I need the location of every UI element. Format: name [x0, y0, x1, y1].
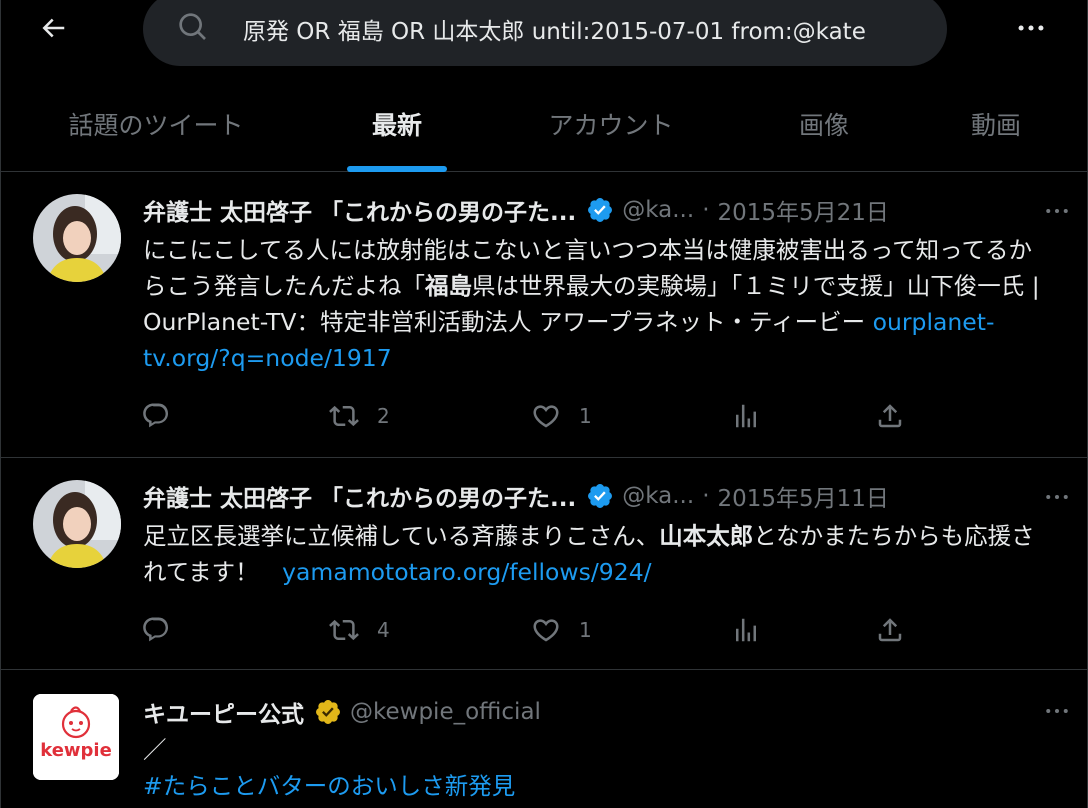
- search-tabs: 話題のツイート 最新 アカウント 画像 動画: [1, 80, 1087, 172]
- verified-badge-icon: [588, 484, 613, 508]
- hashtag-link[interactable]: #たらことバターのおいしさ新発見: [143, 768, 1047, 804]
- back-button[interactable]: [29, 10, 77, 46]
- reply-icon: [143, 617, 169, 642]
- heart-icon: [533, 405, 559, 428]
- retweet-button[interactable]: 4: [329, 610, 390, 650]
- reply-icon: [143, 403, 169, 428]
- back-arrow-icon: [42, 18, 65, 38]
- tweet-header: キユーピー公式 @kewpie_official: [143, 692, 1057, 732]
- more-icon: [1046, 709, 1068, 713]
- retweet-icon: [329, 405, 359, 427]
- share-icon: [878, 404, 902, 428]
- logo-text: kewpie: [40, 740, 112, 761]
- kewpie-logo: kewpie: [33, 694, 119, 780]
- tweet-text: ／ #たらことバターのおいしさ新発見: [143, 732, 1047, 804]
- like-button[interactable]: 1: [531, 396, 592, 436]
- tab-label: アカウント: [548, 111, 674, 140]
- analytics-icon: [736, 404, 756, 428]
- author-name[interactable]: 弁護士 太田啓子 「これからの男の子た...: [143, 193, 576, 227]
- tweet-actions: 2 1: [141, 396, 921, 436]
- text-part: 足立区長選挙に立候補している斉藤まりこさん、: [143, 522, 660, 550]
- tab-label: 話題のツイート: [68, 111, 244, 140]
- more-icon: [1018, 25, 1044, 31]
- tweet-more-button[interactable]: [1037, 696, 1077, 726]
- tab-videos[interactable]: 動画: [941, 80, 1051, 172]
- tweet-more-button[interactable]: [1037, 482, 1077, 512]
- tweet-header: 弁護士 太田啓子 「これからの男の子た... @ka... · 2015年5月2…: [143, 190, 1057, 230]
- share-button[interactable]: [875, 610, 905, 650]
- search-icon: [179, 13, 206, 40]
- search-box[interactable]: [143, 0, 947, 66]
- tweet-text: にこにこしてる人には放射能はこないと言いつつ本当は健康被害出るって知ってるからこ…: [143, 232, 1047, 376]
- tab-top[interactable]: 話題のツイート: [41, 80, 271, 172]
- text-line: ／: [143, 736, 167, 764]
- tab-label: 動画: [970, 111, 1021, 140]
- heart-icon: [533, 619, 559, 642]
- tweet[interactable]: 弁護士 太田啓子 「これからの男の子た... @ka... · 2015年5月2…: [1, 172, 1087, 458]
- separator-dot: ·: [702, 483, 710, 509]
- share-button[interactable]: [875, 396, 905, 436]
- tweet-more-button[interactable]: [1037, 196, 1077, 226]
- views-button[interactable]: [731, 610, 761, 650]
- reply-button[interactable]: [141, 396, 171, 436]
- more-icon: [1046, 495, 1068, 499]
- tweet-actions: 4 1: [141, 610, 921, 650]
- search-settings-button[interactable]: [1011, 12, 1051, 44]
- retweet-icon: [329, 619, 359, 641]
- tab-people[interactable]: アカウント: [521, 80, 701, 172]
- profile-photo: [33, 480, 121, 568]
- avatar[interactable]: [33, 194, 121, 282]
- reply-button[interactable]: [141, 610, 171, 650]
- like-button[interactable]: 1: [531, 610, 592, 650]
- tweet[interactable]: kewpie キユーピー公式 @kewpie_official ／ #たらことバ…: [1, 670, 1087, 808]
- author-handle[interactable]: @kewpie_official: [350, 699, 541, 725]
- tab-label: 最新: [371, 111, 422, 140]
- search-header: 話題のツイート 最新 アカウント 画像 動画: [1, 0, 1087, 172]
- tweet-date[interactable]: 2015年5月21日: [718, 193, 889, 227]
- tab-photos[interactable]: 画像: [769, 80, 879, 172]
- like-count: 1: [579, 618, 592, 642]
- author-handle[interactable]: @ka...: [622, 197, 694, 223]
- tweet-header: 弁護士 太田啓子 「これからの男の子た... @ka... · 2015年5月1…: [143, 476, 1057, 516]
- highlighted-term: 山本太郎: [659, 522, 754, 550]
- tab-label: 画像: [798, 111, 849, 140]
- more-icon: [1046, 209, 1068, 213]
- analytics-icon: [736, 618, 756, 642]
- profile-photo: [33, 194, 121, 282]
- avatar[interactable]: [33, 480, 121, 568]
- author-name[interactable]: 弁護士 太田啓子 「これからの男の子た...: [143, 479, 576, 513]
- verified-badge-icon: [588, 198, 613, 222]
- tweet-text: 足立区長選挙に立候補している斉藤まりこさん、山本太郎となかまたちからも応援されて…: [143, 518, 1047, 590]
- tab-latest[interactable]: 最新: [337, 80, 457, 172]
- separator-dot: ·: [702, 197, 710, 223]
- share-icon: [878, 618, 902, 642]
- views-button[interactable]: [731, 396, 761, 436]
- author-handle[interactable]: @ka...: [622, 483, 694, 509]
- tweet-link[interactable]: yamamototaro.org/fellows/924/: [282, 558, 651, 586]
- like-count: 1: [579, 404, 592, 428]
- author-name[interactable]: キユーピー公式: [143, 695, 304, 729]
- avatar[interactable]: kewpie: [33, 694, 119, 780]
- app: 話題のツイート 最新 アカウント 画像 動画: [0, 0, 1088, 808]
- retweet-count: 4: [377, 618, 390, 642]
- tweet-date[interactable]: 2015年5月11日: [718, 479, 889, 513]
- retweet-count: 2: [377, 404, 390, 428]
- retweet-button[interactable]: 2: [329, 396, 390, 436]
- tweet[interactable]: 弁護士 太田啓子 「これからの男の子た... @ka... · 2015年5月1…: [1, 458, 1087, 670]
- verified-gold-badge-icon: [316, 700, 340, 724]
- search-input[interactable]: [243, 6, 927, 52]
- highlighted-term: 福島: [425, 272, 472, 300]
